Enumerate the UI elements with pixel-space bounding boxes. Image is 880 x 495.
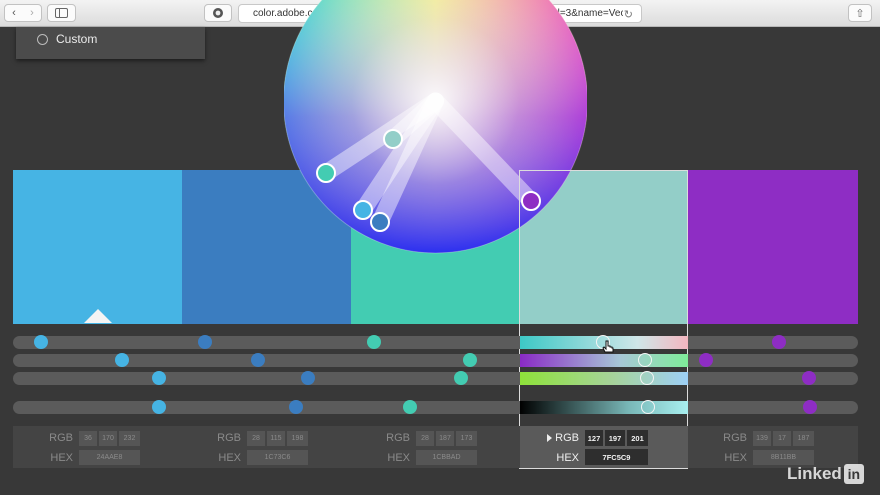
slider-dot[interactable] bbox=[803, 400, 817, 414]
hex-label: HEX bbox=[387, 452, 410, 464]
slider-handle[interactable] bbox=[638, 353, 652, 367]
hex-label: HEX bbox=[724, 452, 747, 464]
slider-dot[interactable] bbox=[289, 400, 303, 414]
green-value[interactable]: 197 bbox=[605, 430, 625, 446]
red-value[interactable]: 139 bbox=[753, 431, 771, 446]
slider-dot[interactable] bbox=[34, 335, 48, 349]
selected-slider-brightness[interactable] bbox=[520, 401, 688, 414]
slider-dot[interactable] bbox=[152, 400, 166, 414]
blue-value[interactable]: 232 bbox=[119, 431, 140, 446]
rule-radio[interactable] bbox=[37, 34, 48, 45]
red-value[interactable]: 36 bbox=[79, 431, 97, 446]
shield-icon bbox=[213, 8, 223, 18]
hex-label: HEX bbox=[218, 452, 241, 464]
blue-value[interactable]: 187 bbox=[793, 431, 814, 446]
screen: ‹ › color.adobe.com/create/color-wheel/?… bbox=[0, 0, 880, 495]
share-button[interactable]: ⇧ bbox=[848, 4, 872, 22]
share-icon: ⇧ bbox=[855, 7, 865, 20]
slider-handle[interactable] bbox=[640, 371, 654, 385]
linkedin-watermark: Linked in bbox=[787, 463, 864, 485]
rgb-label: RGB bbox=[217, 432, 241, 444]
slider-track-2[interactable] bbox=[13, 354, 858, 367]
back-forward-group: ‹ › bbox=[4, 4, 42, 22]
rgb-label: RGB bbox=[723, 432, 747, 444]
swatch-1[interactable] bbox=[13, 170, 182, 324]
slider-dot[interactable] bbox=[772, 335, 786, 349]
hex-label: HEX bbox=[50, 452, 73, 464]
slider-dot[interactable] bbox=[454, 371, 468, 385]
selected-slider-green[interactable] bbox=[520, 354, 688, 367]
hand-cursor-icon bbox=[602, 340, 614, 353]
slider-dot[interactable] bbox=[152, 371, 166, 385]
red-value[interactable]: 127 bbox=[585, 430, 603, 446]
green-value[interactable]: 115 bbox=[267, 431, 285, 446]
swatch-5[interactable] bbox=[688, 170, 858, 324]
slider-handle[interactable] bbox=[641, 400, 655, 414]
red-value[interactable]: 28 bbox=[416, 431, 434, 446]
wheel-handle-3[interactable] bbox=[316, 163, 336, 183]
reload-icon[interactable]: ↻ bbox=[624, 8, 633, 21]
slider-dot[interactable] bbox=[463, 353, 477, 367]
rule-dropdown: Custom bbox=[16, 27, 205, 59]
slider-track-1[interactable] bbox=[13, 336, 858, 349]
wheel-handle-2[interactable] bbox=[370, 212, 390, 232]
blue-value[interactable]: 198 bbox=[287, 431, 308, 446]
slider-dot[interactable] bbox=[403, 400, 417, 414]
rgb-label: RGB bbox=[49, 432, 73, 444]
watermark-text: Linked bbox=[787, 464, 842, 483]
hex-value[interactable]: 24AAE8 bbox=[79, 450, 140, 465]
wheel-handle-5[interactable] bbox=[521, 191, 541, 211]
slider-dot[interactable] bbox=[115, 353, 129, 367]
wheel-handle-1[interactable] bbox=[353, 200, 373, 220]
green-value[interactable]: 17 bbox=[773, 431, 791, 446]
site-settings-button[interactable] bbox=[204, 4, 232, 22]
linkedin-logo-icon: in bbox=[843, 464, 864, 484]
red-value[interactable]: 28 bbox=[247, 431, 265, 446]
wheel-handle-4[interactable] bbox=[383, 129, 403, 149]
base-color-marker bbox=[84, 309, 112, 323]
hex-value[interactable]: 7FC5C9 bbox=[585, 449, 648, 465]
sidebar-toggle-button[interactable] bbox=[47, 4, 76, 22]
brightness-track[interactable] bbox=[13, 401, 858, 414]
rule-option-custom[interactable]: Custom bbox=[56, 32, 97, 46]
blue-value[interactable]: 173 bbox=[456, 431, 477, 446]
color-wheel[interactable] bbox=[284, 0, 587, 254]
green-value[interactable]: 187 bbox=[436, 431, 454, 446]
slider-dot[interactable] bbox=[251, 353, 265, 367]
back-icon[interactable]: ‹ bbox=[5, 7, 23, 19]
selected-slider-blue[interactable] bbox=[520, 372, 688, 385]
slider-track-3[interactable] bbox=[13, 372, 858, 385]
forward-icon[interactable]: › bbox=[23, 7, 41, 19]
blue-value[interactable]: 201 bbox=[627, 430, 648, 446]
slider-dot[interactable] bbox=[699, 353, 713, 367]
hex-value[interactable]: 1C73C6 bbox=[247, 450, 308, 465]
slider-dot[interactable] bbox=[198, 335, 212, 349]
hex-value[interactable]: 1CBBAD bbox=[416, 450, 477, 465]
slider-dot[interactable] bbox=[367, 335, 381, 349]
slider-dot[interactable] bbox=[301, 371, 315, 385]
sidebar-icon bbox=[55, 8, 68, 18]
green-value[interactable]: 170 bbox=[99, 431, 117, 446]
slider-dot[interactable] bbox=[802, 371, 816, 385]
rgb-label: RGB bbox=[386, 432, 410, 444]
hex-label: HEX bbox=[556, 452, 579, 464]
rgb-label: RGB bbox=[555, 432, 579, 444]
